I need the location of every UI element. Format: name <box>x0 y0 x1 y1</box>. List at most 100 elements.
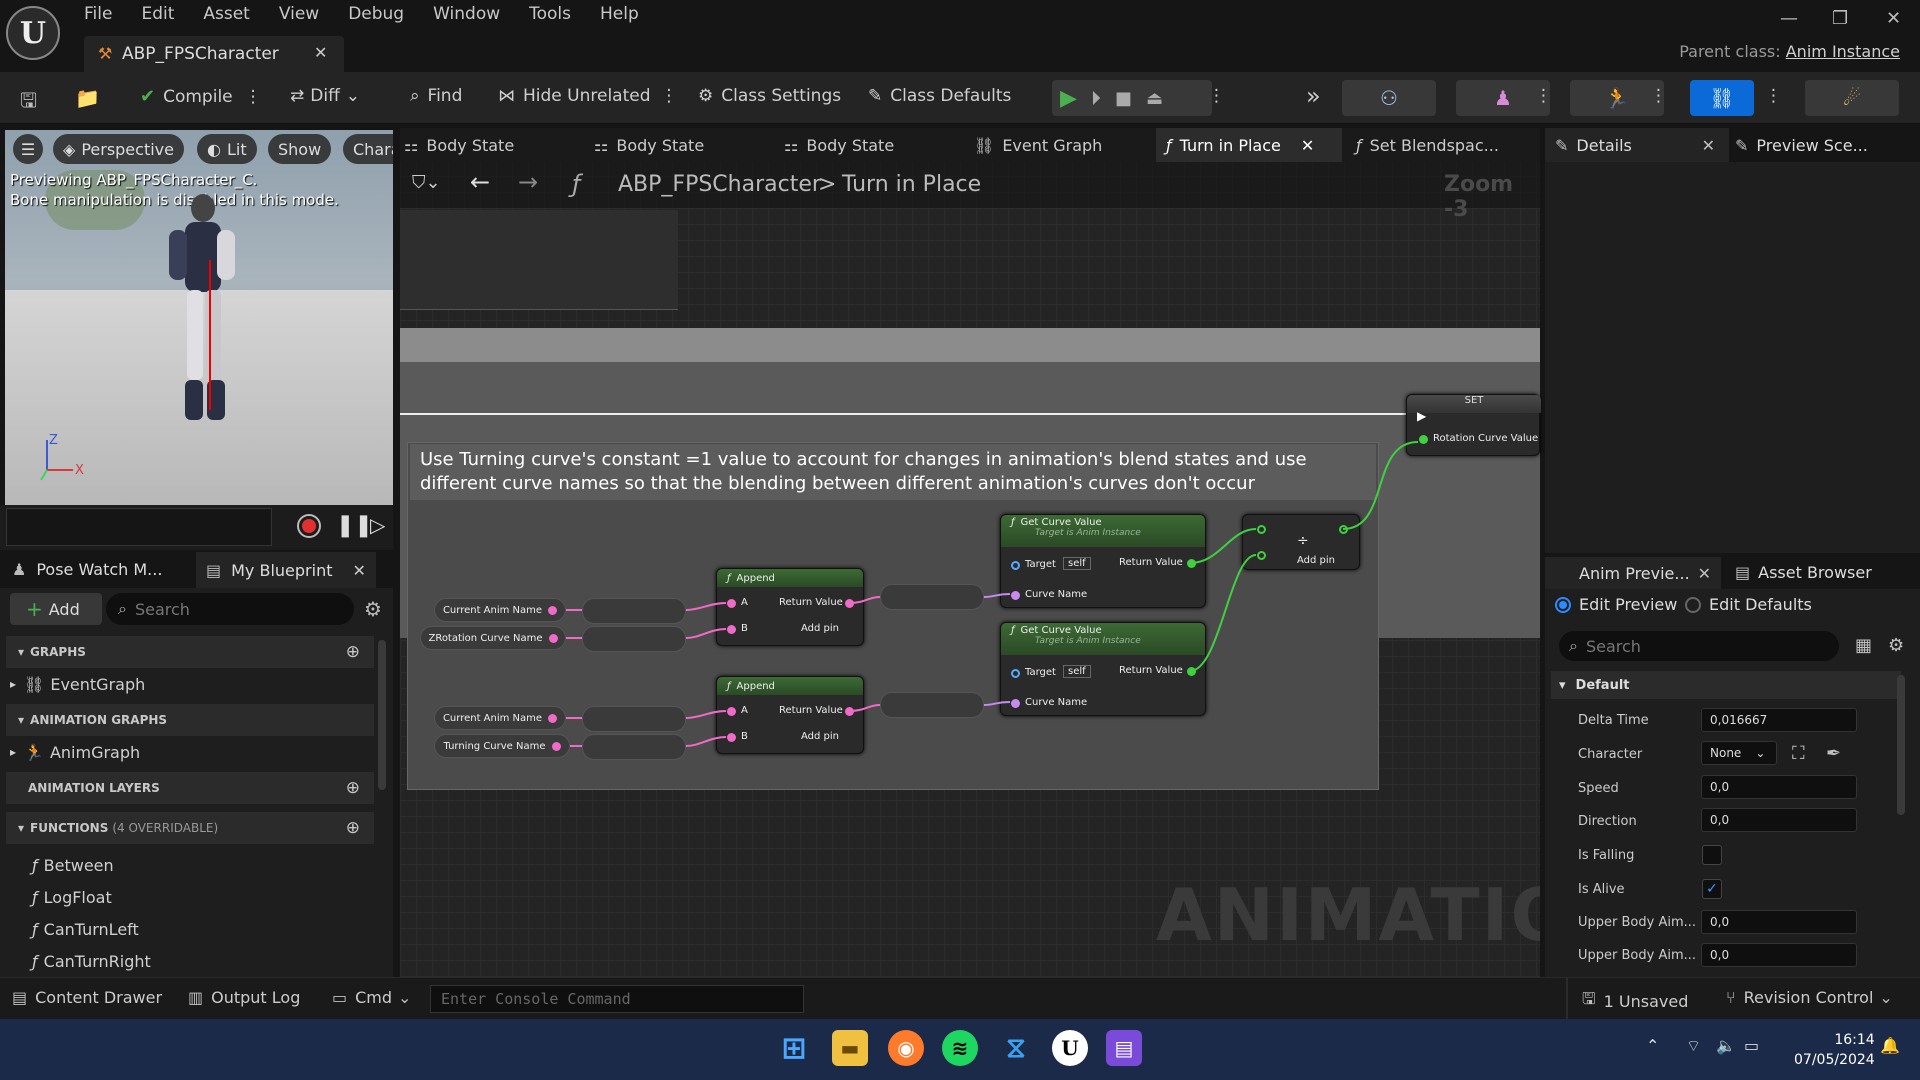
reroute-node[interactable] <box>880 692 984 718</box>
play-icon[interactable]: ▶ <box>1060 86 1077 111</box>
output-pin[interactable] <box>845 599 854 608</box>
prop-delta-time-value[interactable]: 0,016667 <box>1701 708 1857 732</box>
menu-debug[interactable]: Debug <box>348 4 404 24</box>
input-pin-b[interactable] <box>727 733 736 742</box>
find-button[interactable]: ⌕ Find <box>410 86 462 106</box>
prop-upper-body-aim-value[interactable]: 0,0 <box>1701 910 1857 934</box>
tab-asset-browser[interactable]: ▤ Asset Browser <box>1735 563 1872 582</box>
gear-icon[interactable]: ⚙ <box>1888 635 1904 656</box>
unreal-logo-icon[interactable]: U <box>6 6 60 60</box>
bookmark-icon[interactable]: ⛉⌄ <box>412 172 441 193</box>
tab-set-blendspace[interactable]: ƒ Set Blendspac... <box>1356 136 1499 155</box>
menu-tools[interactable]: Tools <box>529 4 571 24</box>
section-animation-layers[interactable]: ANIMATION LAYERS ⊕ <box>6 772 374 804</box>
use-selected-icon[interactable]: ⛶ <box>1792 743 1805 764</box>
prop-upper-body-aim-value[interactable]: 0,0 <box>1701 943 1857 967</box>
function-item[interactable]: ƒ CanTurnRight <box>0 945 374 977</box>
menu-window[interactable]: Window <box>433 4 500 24</box>
menu-view[interactable]: View <box>279 4 319 24</box>
float-pin[interactable] <box>1419 435 1428 444</box>
function-item[interactable]: ƒ Between <box>0 849 374 881</box>
gear-icon[interactable]: ⚙ <box>364 597 382 621</box>
name-pin[interactable] <box>551 741 561 751</box>
show-button[interactable]: Show <box>268 134 332 164</box>
name-pin[interactable] <box>548 633 558 643</box>
input-pin-b[interactable] <box>727 625 736 634</box>
append-node[interactable]: ƒ Append A Return Value B Add pin <box>716 568 864 646</box>
compile-options-icon[interactable]: ⋮ <box>245 87 262 107</box>
menu-file[interactable]: File <box>84 4 112 24</box>
add-layer-icon[interactable]: ⊕ <box>346 778 360 798</box>
add-button[interactable]: + Add <box>10 593 102 625</box>
add-pin-label[interactable]: Add pin <box>801 623 839 634</box>
save-icon[interactable]: 🖫 <box>20 86 37 120</box>
tab-turn-in-place[interactable]: ƒ Turn in Place ✕ <box>1156 128 1342 162</box>
variable-node[interactable]: Current Anim Name <box>434 598 566 622</box>
close-window-icon[interactable]: ✕ <box>1886 8 1901 29</box>
input-pin-a[interactable] <box>727 599 736 608</box>
output-pin[interactable] <box>1187 559 1196 568</box>
section-functions[interactable]: ▾ FUNCTIONS (4 OVERRIDABLE) ⊕ <box>6 812 374 844</box>
chevron-right-icon[interactable]: ▸ <box>10 677 16 691</box>
target-pin[interactable] <box>1011 669 1020 678</box>
output-pin[interactable] <box>1339 525 1348 534</box>
tab-preview-scene[interactable]: ✎ Preview Sce... <box>1735 136 1868 155</box>
unsaved-button[interactable]: 🖫 1 Unsaved <box>1582 988 1688 1015</box>
prop-direction-value[interactable]: 0,0 <box>1701 808 1857 832</box>
input-pin-a[interactable] <box>727 707 736 716</box>
unreal-engine-icon[interactable]: U <box>1052 1030 1088 1066</box>
add-function-icon[interactable]: ⊕ <box>346 818 360 838</box>
section-default[interactable]: ▾ Default <box>1551 671 1901 699</box>
close-tab-icon[interactable]: ✕ <box>1301 136 1314 155</box>
physics-mode-button[interactable]: ☄ <box>1805 80 1899 116</box>
name-pin[interactable] <box>548 713 558 723</box>
notification-icon[interactable]: 🔔 <box>1880 1036 1900 1055</box>
volume-icon[interactable]: 🔈 <box>1716 1036 1736 1055</box>
sidebar-item-animgraph[interactable]: ▸ 🏃 AnimGraph <box>0 736 374 768</box>
cmd-dropdown[interactable]: ▭ Cmd ⌄ <box>332 988 411 1007</box>
asset-tab[interactable]: ⚒ ABP_FPSCharacter ✕ <box>84 36 344 72</box>
is-alive-checkbox[interactable]: ✓ <box>1702 879 1722 899</box>
output-pin[interactable] <box>1187 667 1196 676</box>
curve-name-pin[interactable] <box>1011 591 1020 600</box>
prop-speed-value[interactable]: 0,0 <box>1701 775 1857 799</box>
input-pin[interactable] <box>1257 551 1266 560</box>
tab-anim-preview[interactable]: Anim Previe... ✕ <box>1545 557 1721 589</box>
close-tab-icon[interactable]: ✕ <box>314 43 327 62</box>
add-pin-label[interactable]: Add pin <box>801 731 839 742</box>
taskbar-clock[interactable]: 16:14 07/05/2024 <box>1794 1030 1875 1070</box>
tab-pose-watch[interactable]: ♟ Pose Watch M... <box>12 560 162 579</box>
close-tab-icon[interactable]: ✕ <box>1702 136 1715 155</box>
expand-toolbar-icon[interactable]: » <box>1306 82 1321 110</box>
hide-unrelated-options-icon[interactable]: ⋮ <box>661 86 678 106</box>
viewport-menu-button[interactable]: ☰ <box>13 134 43 164</box>
class-defaults-button[interactable]: ✎ Class Defaults <box>868 86 1011 106</box>
eject-icon[interactable]: ⏏ <box>1146 88 1163 109</box>
comment-text[interactable]: Use Turning curve's constant =1 value to… <box>410 444 1376 500</box>
function-item[interactable]: ƒ LogFloat <box>0 881 374 913</box>
output-log-button[interactable]: ▥ Output Log <box>188 988 300 1007</box>
step-forward-icon[interactable]: ▷ <box>370 513 385 537</box>
self-field[interactable]: self <box>1063 665 1091 678</box>
target-pin[interactable] <box>1011 561 1020 570</box>
minimize-icon[interactable]: — <box>1780 8 1798 29</box>
mesh-options-icon[interactable]: ⋮ <box>1535 86 1552 106</box>
console-command-input[interactable]: Enter Console Command <box>430 985 804 1013</box>
record-button[interactable] <box>297 514 321 538</box>
function-item[interactable]: ƒ CanTurnLeft <box>0 913 374 945</box>
exec-pin-icon[interactable]: ▶ <box>1417 409 1426 423</box>
reroute-node[interactable] <box>582 626 686 652</box>
character-button[interactable]: Chara <box>343 134 393 164</box>
browse-icon[interactable]: 📁 <box>75 86 100 110</box>
vscode-icon[interactable]: ⧖ <box>998 1030 1034 1066</box>
menu-help[interactable]: Help <box>600 4 639 24</box>
edit-preview-radio[interactable]: Edit Preview <box>1555 595 1677 614</box>
append-node[interactable]: ƒ Append A Return Value B Add pin <box>716 676 864 754</box>
lit-button[interactable]: ◐ Lit <box>197 134 257 164</box>
file-explorer-icon[interactable]: ▬ <box>832 1030 868 1066</box>
chevron-up-icon[interactable]: ⌃ <box>1646 1036 1659 1055</box>
play-options-icon[interactable]: ⋮ <box>1208 86 1225 106</box>
add-pin-label[interactable]: Add pin <box>1297 555 1335 566</box>
compile-button[interactable]: ✔ Compile ⋮ <box>140 86 262 107</box>
section-graphs[interactable]: ▾ GRAPHS ⊕ <box>6 636 374 668</box>
